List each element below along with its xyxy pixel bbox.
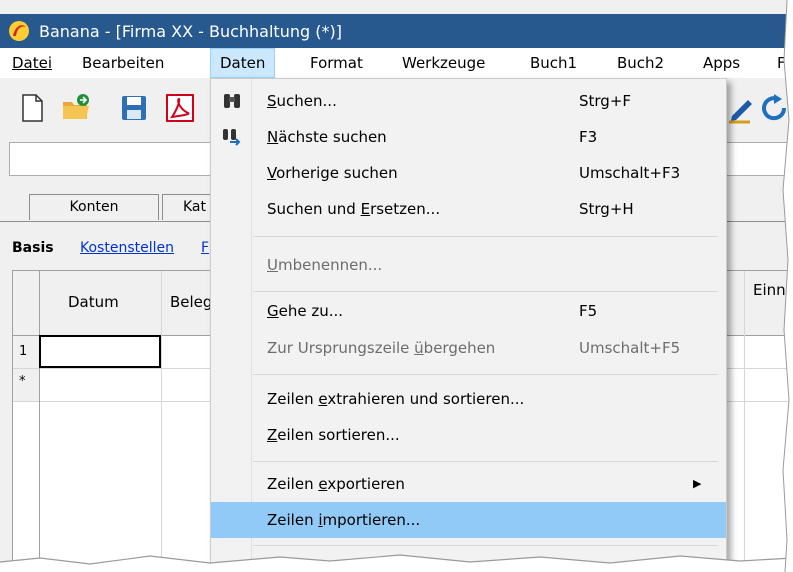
menu-item-label: Zeilen extrahieren und sortieren... <box>267 390 525 408</box>
menu-bearbeiten[interactable]: Bearbeiten <box>82 48 164 78</box>
column-header-datum[interactable]: Datum <box>68 293 119 311</box>
row-header[interactable]: 1 <box>13 336 39 368</box>
binoculars-icon <box>224 94 240 108</box>
menu-item-gehe-zu[interactable]: Gehe zu... F5 <box>211 293 726 329</box>
menu-item-label: Zeilen sortieren... <box>267 426 400 444</box>
menu-item-label: Zur Ursprungszeile übergehen <box>267 339 496 357</box>
column-separator <box>161 271 162 571</box>
menu-daten[interactable]: Daten <box>210 48 276 78</box>
menu-format[interactable]: Format <box>310 48 363 78</box>
menu-item-label: Gehe zu... <box>267 302 344 320</box>
menu-separator <box>253 291 718 292</box>
torn-edge-bottom <box>0 554 793 572</box>
menu-item-suchen[interactable]: Suchen... Strg+F <box>211 83 726 119</box>
window-title: Banana - [Firma XX - Buchhaltung (*)] <box>39 21 342 41</box>
menu-item-naechste-suchen[interactable]: Nächste suchen F3 <box>211 119 726 155</box>
menu-item-vorherige-suchen[interactable]: Vorherige suchen Umschalt+F3 <box>211 155 726 191</box>
menu-separator <box>253 545 718 546</box>
menu-apps[interactable]: Apps <box>703 48 740 78</box>
menu-werkzeuge-label: Werkzeuge <box>402 54 486 72</box>
menu-item-ursprungszeile: Zur Ursprungszeile übergehen Umschalt+F5 <box>211 330 726 366</box>
menu-apps-label: Apps <box>703 54 741 72</box>
menu-buch2-label: Buch2 <box>617 54 665 72</box>
view-basis[interactable]: Basis <box>12 240 54 256</box>
menu-item-zeilen-sortieren[interactable]: Zeilen sortieren... <box>211 417 726 453</box>
menu-item-label: Suchen und Ersetzen... <box>267 200 441 218</box>
menu-format-label: Format <box>310 54 363 72</box>
menu-item-label: Zeilen importieren... <box>267 511 421 529</box>
menu-werkzeuge[interactable]: Werkzeuge <box>402 48 485 78</box>
menu-item-label: Umbenennen... <box>267 256 383 274</box>
menu-buch1-label: Buch1 <box>530 54 578 72</box>
menu-item-zeilen-extrahieren[interactable]: Zeilen extrahieren und sortieren... <box>211 381 726 417</box>
menu-buch2[interactable]: Buch2 <box>617 48 664 78</box>
submenu-arrow-icon: ▶ <box>693 477 702 490</box>
daten-dropdown-menu: Suchen... Strg+F Nächste suchen F3 Vorhe… <box>210 78 727 572</box>
new-file-icon[interactable] <box>16 92 48 124</box>
menu-separator <box>253 374 718 375</box>
menu-item-label: Vorherige suchen <box>267 164 398 182</box>
menu-item-umbenennen: Umbenennen... <box>211 247 726 283</box>
menu-datei-label: Datei <box>12 54 53 72</box>
menu-datei[interactable]: Datei <box>12 48 52 78</box>
menu-bearbeiten-label: Bearbeiten <box>82 54 165 72</box>
torn-edge-right <box>782 0 793 572</box>
edit-pencil-icon[interactable] <box>726 92 758 124</box>
view-link-f[interactable]: F <box>201 240 209 256</box>
menu-item-shortcut: Strg+H <box>579 200 634 218</box>
row-header-separator <box>39 271 40 571</box>
menu-item-suchen-ersetzen[interactable]: Suchen und Ersetzen... Strg+H <box>211 191 726 227</box>
tab-konten[interactable]: Konten <box>29 194 159 220</box>
active-cell-datum[interactable] <box>39 335 161 368</box>
save-icon[interactable] <box>118 92 150 124</box>
menu-item-label: Zeilen exportieren <box>267 475 405 493</box>
menu-item-label: Nächste suchen <box>267 128 387 146</box>
row-header-new[interactable]: * <box>13 369 39 401</box>
menu-item-zeilen-importieren[interactable]: Zeilen importieren... <box>211 502 726 538</box>
tab-konten-label: Konten <box>69 199 119 215</box>
view-link-kostenstellen[interactable]: Kostenstellen <box>80 240 174 256</box>
column-header-beleg[interactable]: Beleg <box>170 293 212 311</box>
menu-buch1[interactable]: Buch1 <box>530 48 577 78</box>
menu-item-shortcut: F3 <box>579 128 598 146</box>
open-folder-icon[interactable] <box>60 92 92 124</box>
menu-separator <box>253 236 718 237</box>
menu-item-label: Suchen... <box>267 92 337 110</box>
menu-item-shortcut: Strg+F <box>579 92 632 110</box>
menu-item-shortcut: Umschalt+F3 <box>579 164 681 182</box>
column-separator <box>744 271 745 571</box>
menu-bar: Datei Bearbeiten Daten Format Werkzeuge … <box>0 48 793 78</box>
app-window: Banana - [Firma XX - Buchhaltung (*)] Da… <box>0 0 793 572</box>
menu-item-shortcut: Umschalt+F5 <box>579 339 681 357</box>
binoculars-next-icon <box>223 129 241 146</box>
menu-separator <box>253 461 718 462</box>
menu-daten-label: Daten <box>220 54 266 72</box>
banana-logo-icon <box>9 21 29 41</box>
tab-kategorien-label: Kat <box>183 199 207 215</box>
menu-item-shortcut: F5 <box>579 302 598 320</box>
title-bar: Banana - [Firma XX - Buchhaltung (*)] <box>0 14 793 48</box>
menu-item-zeilen-exportieren[interactable]: Zeilen exportieren ▶ <box>211 466 726 502</box>
pdf-icon[interactable] <box>164 92 196 124</box>
